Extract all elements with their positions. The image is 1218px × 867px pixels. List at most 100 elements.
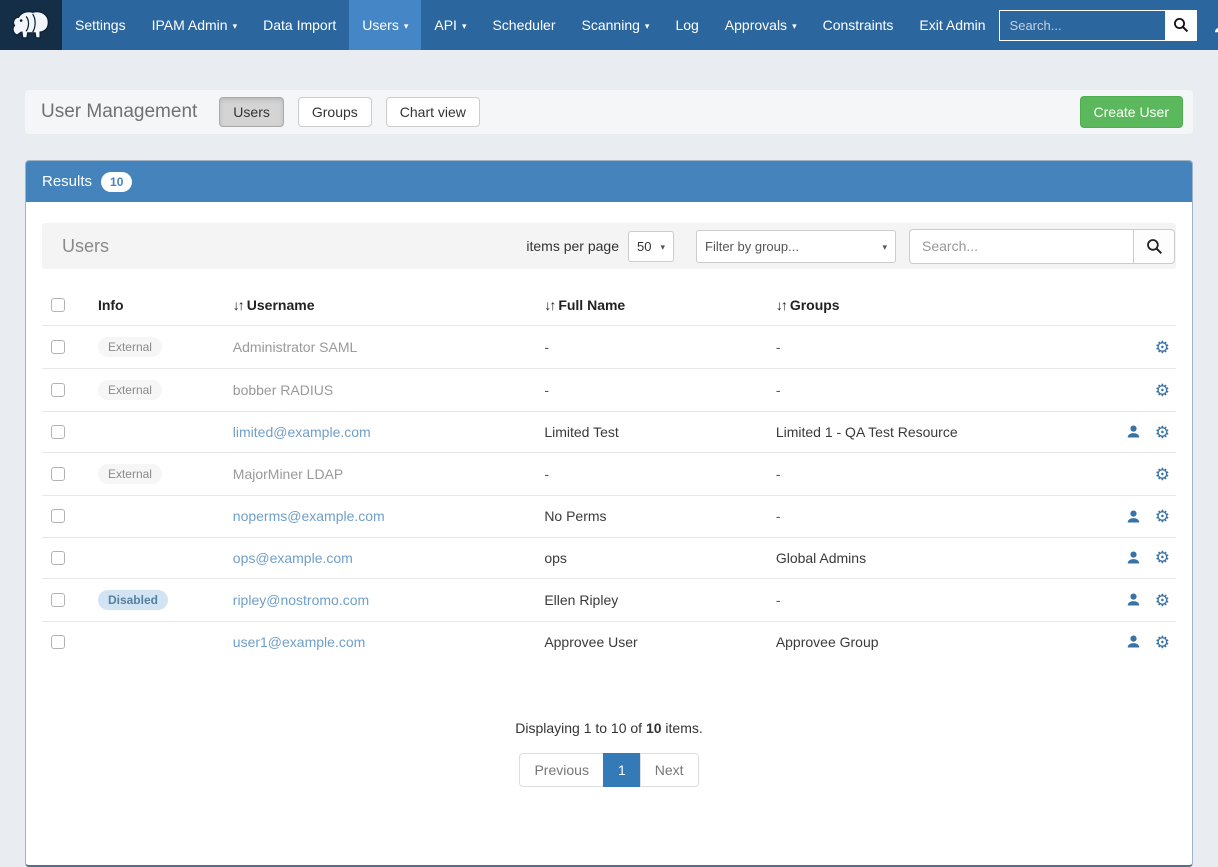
column-header-username[interactable]: ↓↑Username xyxy=(225,283,537,326)
nav-item-users[interactable]: Users▾ xyxy=(349,0,421,50)
row-checkbox[interactable] xyxy=(51,635,65,649)
row-checkbox[interactable] xyxy=(51,551,65,565)
nav-label: Log xyxy=(675,17,698,33)
gear-icon[interactable]: ⚙ xyxy=(1155,508,1170,525)
username-link[interactable]: user1@example.com xyxy=(233,634,366,650)
full-name-text: Ellen Ripley xyxy=(544,592,618,608)
navbar-right: ▾ xyxy=(999,0,1218,50)
external-badge: External xyxy=(98,337,162,357)
username-link[interactable]: limited@example.com xyxy=(233,424,371,440)
gear-icon[interactable]: ⚙ xyxy=(1155,634,1170,651)
username-link[interactable]: noperms@example.com xyxy=(233,508,385,524)
user-menu[interactable]: ▾ xyxy=(1213,17,1218,34)
view-tabs: Users Groups Chart view xyxy=(219,97,480,127)
nav-label: Users xyxy=(362,17,399,33)
nav-item-approvals[interactable]: Approvals▾ xyxy=(712,0,810,50)
sort-icon: ↓↑ xyxy=(544,297,554,313)
next-page-button[interactable]: Next xyxy=(640,753,699,787)
gear-icon[interactable]: ⚙ xyxy=(1155,382,1170,399)
chevron-down-icon: ▾ xyxy=(660,242,665,253)
pagination: Previous 1 Next xyxy=(519,753,698,787)
user-icon xyxy=(1213,17,1218,34)
users-table: Info ↓↑Username ↓↑Full Name ↓↑Groups Ext… xyxy=(42,283,1176,662)
row-checkbox[interactable] xyxy=(51,383,65,397)
gear-icon[interactable]: ⚙ xyxy=(1155,466,1170,483)
items-per-page-value: 50 xyxy=(637,239,651,254)
column-label: Info xyxy=(98,297,124,313)
nav-item-settings[interactable]: Settings xyxy=(62,0,139,50)
impersonate-user-icon[interactable] xyxy=(1126,633,1141,651)
column-label: Username xyxy=(247,297,315,313)
current-page-button[interactable]: 1 xyxy=(603,753,641,787)
table-search-input[interactable] xyxy=(909,229,1133,264)
filter-by-group-value: Filter by group... xyxy=(705,239,799,254)
nav-item-log[interactable]: Log xyxy=(662,0,711,50)
previous-page-button[interactable]: Previous xyxy=(519,753,603,787)
users-toolbar-title: Users xyxy=(62,236,109,257)
impersonate-user-icon[interactable] xyxy=(1126,549,1141,567)
full-name-text: - xyxy=(544,382,549,398)
navbar-search-input[interactable] xyxy=(999,10,1165,41)
column-label: Full Name xyxy=(558,297,625,313)
table-row: user1@example.com Approvee User Approvee… xyxy=(42,621,1176,662)
select-all-checkbox[interactable] xyxy=(51,298,65,312)
filter-by-group-select[interactable]: Filter by group... ▾ xyxy=(696,230,896,263)
username-link[interactable]: ripley@nostromo.com xyxy=(233,592,369,608)
column-header-info: Info xyxy=(90,283,225,326)
impersonate-user-icon[interactable] xyxy=(1126,508,1141,526)
disabled-badge: Disabled xyxy=(98,590,168,610)
groups-text: - xyxy=(776,382,781,398)
tab-users[interactable]: Users xyxy=(219,97,284,127)
row-checkbox[interactable] xyxy=(51,340,65,354)
external-badge: External xyxy=(98,464,162,484)
chevron-down-icon: ▾ xyxy=(792,21,797,32)
full-name-text: ops xyxy=(544,550,567,566)
impersonate-user-icon[interactable] xyxy=(1126,423,1141,441)
sort-icon: ↓↑ xyxy=(776,297,786,313)
nav-item-data-import[interactable]: Data Import xyxy=(250,0,349,50)
table-row: Disabled ripley@nostromo.com Ellen Riple… xyxy=(42,578,1176,621)
mammoth-logo[interactable] xyxy=(0,0,62,50)
gear-icon[interactable]: ⚙ xyxy=(1155,592,1170,609)
nav-label: Data Import xyxy=(263,17,336,33)
displaying-summary: Displaying 1 to 10 of 10 items. xyxy=(42,720,1176,736)
displaying-suffix: items. xyxy=(662,720,703,736)
row-checkbox[interactable] xyxy=(51,593,65,607)
gear-icon[interactable]: ⚙ xyxy=(1155,424,1170,441)
nav-item-scanning[interactable]: Scanning▾ xyxy=(569,0,663,50)
nav-item-scheduler[interactable]: Scheduler xyxy=(479,0,568,50)
items-per-page-select[interactable]: 50 ▾ xyxy=(628,231,674,262)
username-text: MajorMiner LDAP xyxy=(233,466,343,482)
username-text: bobber RADIUS xyxy=(233,382,333,398)
row-checkbox[interactable] xyxy=(51,467,65,481)
gear-icon[interactable]: ⚙ xyxy=(1155,549,1170,566)
column-header-full-name[interactable]: ↓↑Full Name xyxy=(536,283,768,326)
table-row: External bobber RADIUS - - ⚙ xyxy=(42,369,1176,412)
nav-item-exit-admin[interactable]: Exit Admin xyxy=(906,0,998,50)
toolbar-controls: items per page 50 ▾ Filter by group... ▾ xyxy=(526,229,1176,264)
full-name-text: - xyxy=(544,466,549,482)
username-link[interactable]: ops@example.com xyxy=(233,550,353,566)
mammoth-logo-icon xyxy=(11,9,51,42)
nav-item-ipam-admin[interactable]: IPAM Admin▾ xyxy=(139,0,251,50)
create-user-button[interactable]: Create User xyxy=(1080,96,1183,128)
full-name-text: - xyxy=(544,339,549,355)
nav-item-constraints[interactable]: Constraints xyxy=(810,0,907,50)
table-search-button[interactable] xyxy=(1133,229,1175,264)
row-checkbox[interactable] xyxy=(51,509,65,523)
results-panel-body: Users items per page 50 ▾ Filter by grou… xyxy=(26,202,1192,865)
nav-item-api[interactable]: API▾ xyxy=(421,0,479,50)
impersonate-user-icon[interactable] xyxy=(1126,591,1141,609)
groups-text: - xyxy=(776,508,781,524)
tab-chart-view[interactable]: Chart view xyxy=(386,97,480,127)
tab-groups[interactable]: Groups xyxy=(298,97,372,127)
navbar-search-button[interactable] xyxy=(1165,10,1197,41)
chevron-down-icon: ▾ xyxy=(462,21,467,32)
table-footer: Displaying 1 to 10 of 10 items. Previous… xyxy=(42,720,1176,787)
column-header-groups[interactable]: ↓↑Groups xyxy=(768,283,1102,326)
gear-icon[interactable]: ⚙ xyxy=(1155,339,1170,356)
page-content: User Management Users Groups Chart view … xyxy=(0,90,1218,867)
row-checkbox[interactable] xyxy=(51,425,65,439)
full-name-text: Limited Test xyxy=(544,424,618,440)
table-row: ops@example.com ops Global Admins ⚙ xyxy=(42,537,1176,578)
